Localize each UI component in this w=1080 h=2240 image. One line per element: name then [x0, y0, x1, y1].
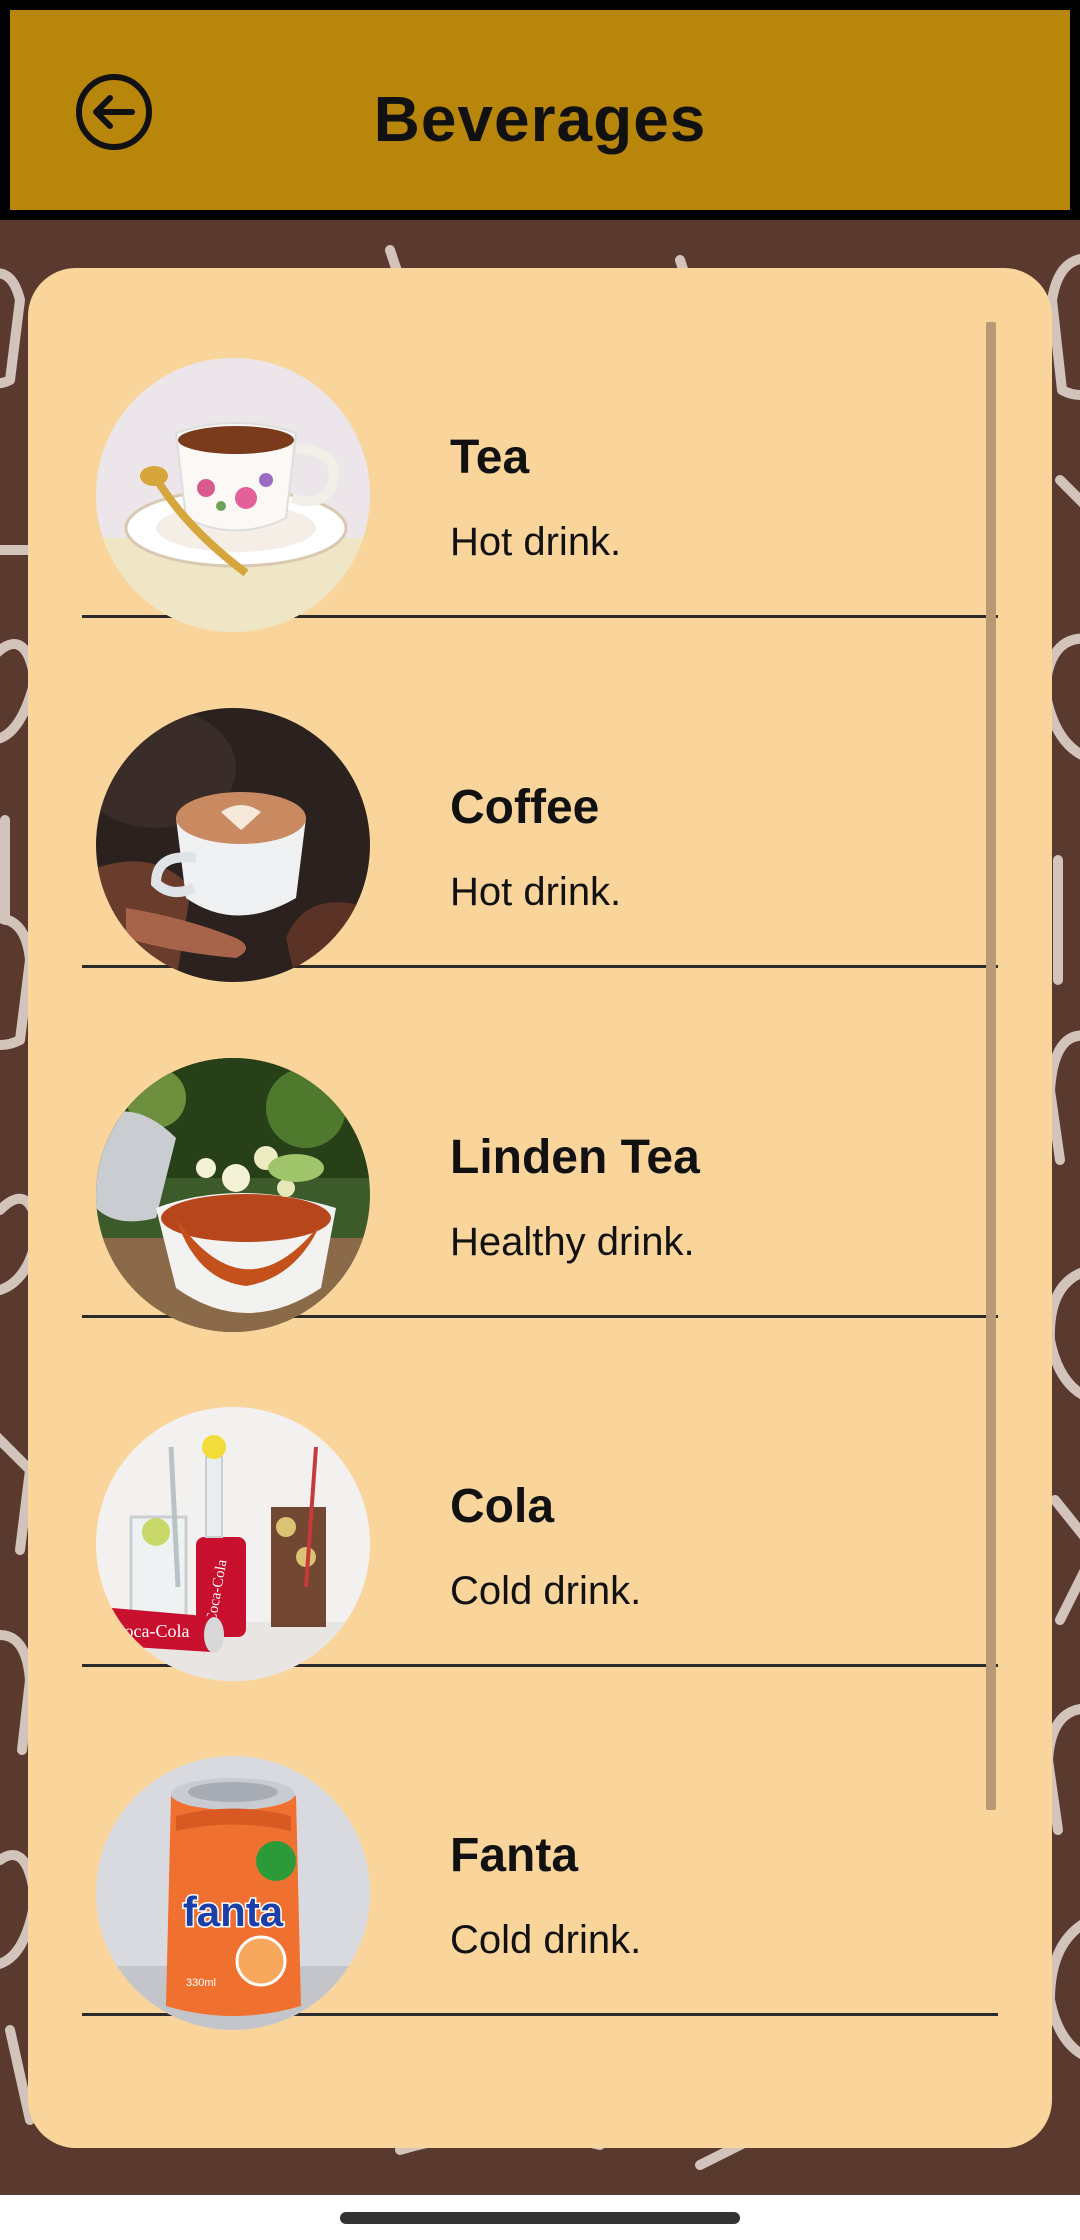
svg-text:fanta: fanta [183, 1888, 284, 1935]
scrollbar[interactable] [986, 322, 996, 1810]
page-title: Beverages [373, 83, 707, 155]
fanta-can-image: fanta 330ml [96, 1756, 370, 2030]
list-item-cola[interactable]: Coca-Cola Coca-Cola Cola Cold drink. [82, 1317, 998, 1681]
tea-cup-image [96, 358, 370, 632]
coffee-latte-image [96, 708, 370, 982]
list-item-linden-tea[interactable]: Linden Tea Healthy drink. [82, 968, 998, 1332]
item-description: Cold drink. [450, 1918, 642, 1962]
list-item-coffee[interactable]: Coffee Hot drink. [82, 618, 998, 982]
item-name: Linden Tea [450, 1131, 700, 1184]
item-name: Fanta [450, 1829, 579, 1882]
item-name: Cola [450, 1480, 555, 1533]
item-name: Coffee [450, 781, 600, 834]
item-name: Tea [450, 431, 530, 484]
system-nav-bar [0, 2195, 1080, 2240]
item-description: Healthy drink. [450, 1220, 695, 1264]
linden-tea-image [96, 1058, 370, 1332]
svg-text:330ml: 330ml [186, 1977, 216, 1989]
item-description: Cold drink. [450, 1569, 642, 1613]
beverage-card: Tea Hot drink. Coffee Hot drink. Linden … [28, 268, 1052, 2148]
svg-text:Coca-Cola: Coca-Cola [113, 1621, 190, 1641]
item-description: Hot drink. [450, 520, 622, 564]
list-item-fanta[interactable]: fanta 330ml Fanta Cold drink. [82, 1666, 998, 2030]
app-bar: Beverages [0, 0, 1080, 220]
list-item-tea[interactable]: Tea Hot drink. [82, 268, 998, 632]
item-description: Hot drink. [450, 870, 622, 914]
home-indicator[interactable] [340, 2212, 740, 2224]
cola-glasses-image: Coca-Cola Coca-Cola [96, 1407, 370, 1681]
